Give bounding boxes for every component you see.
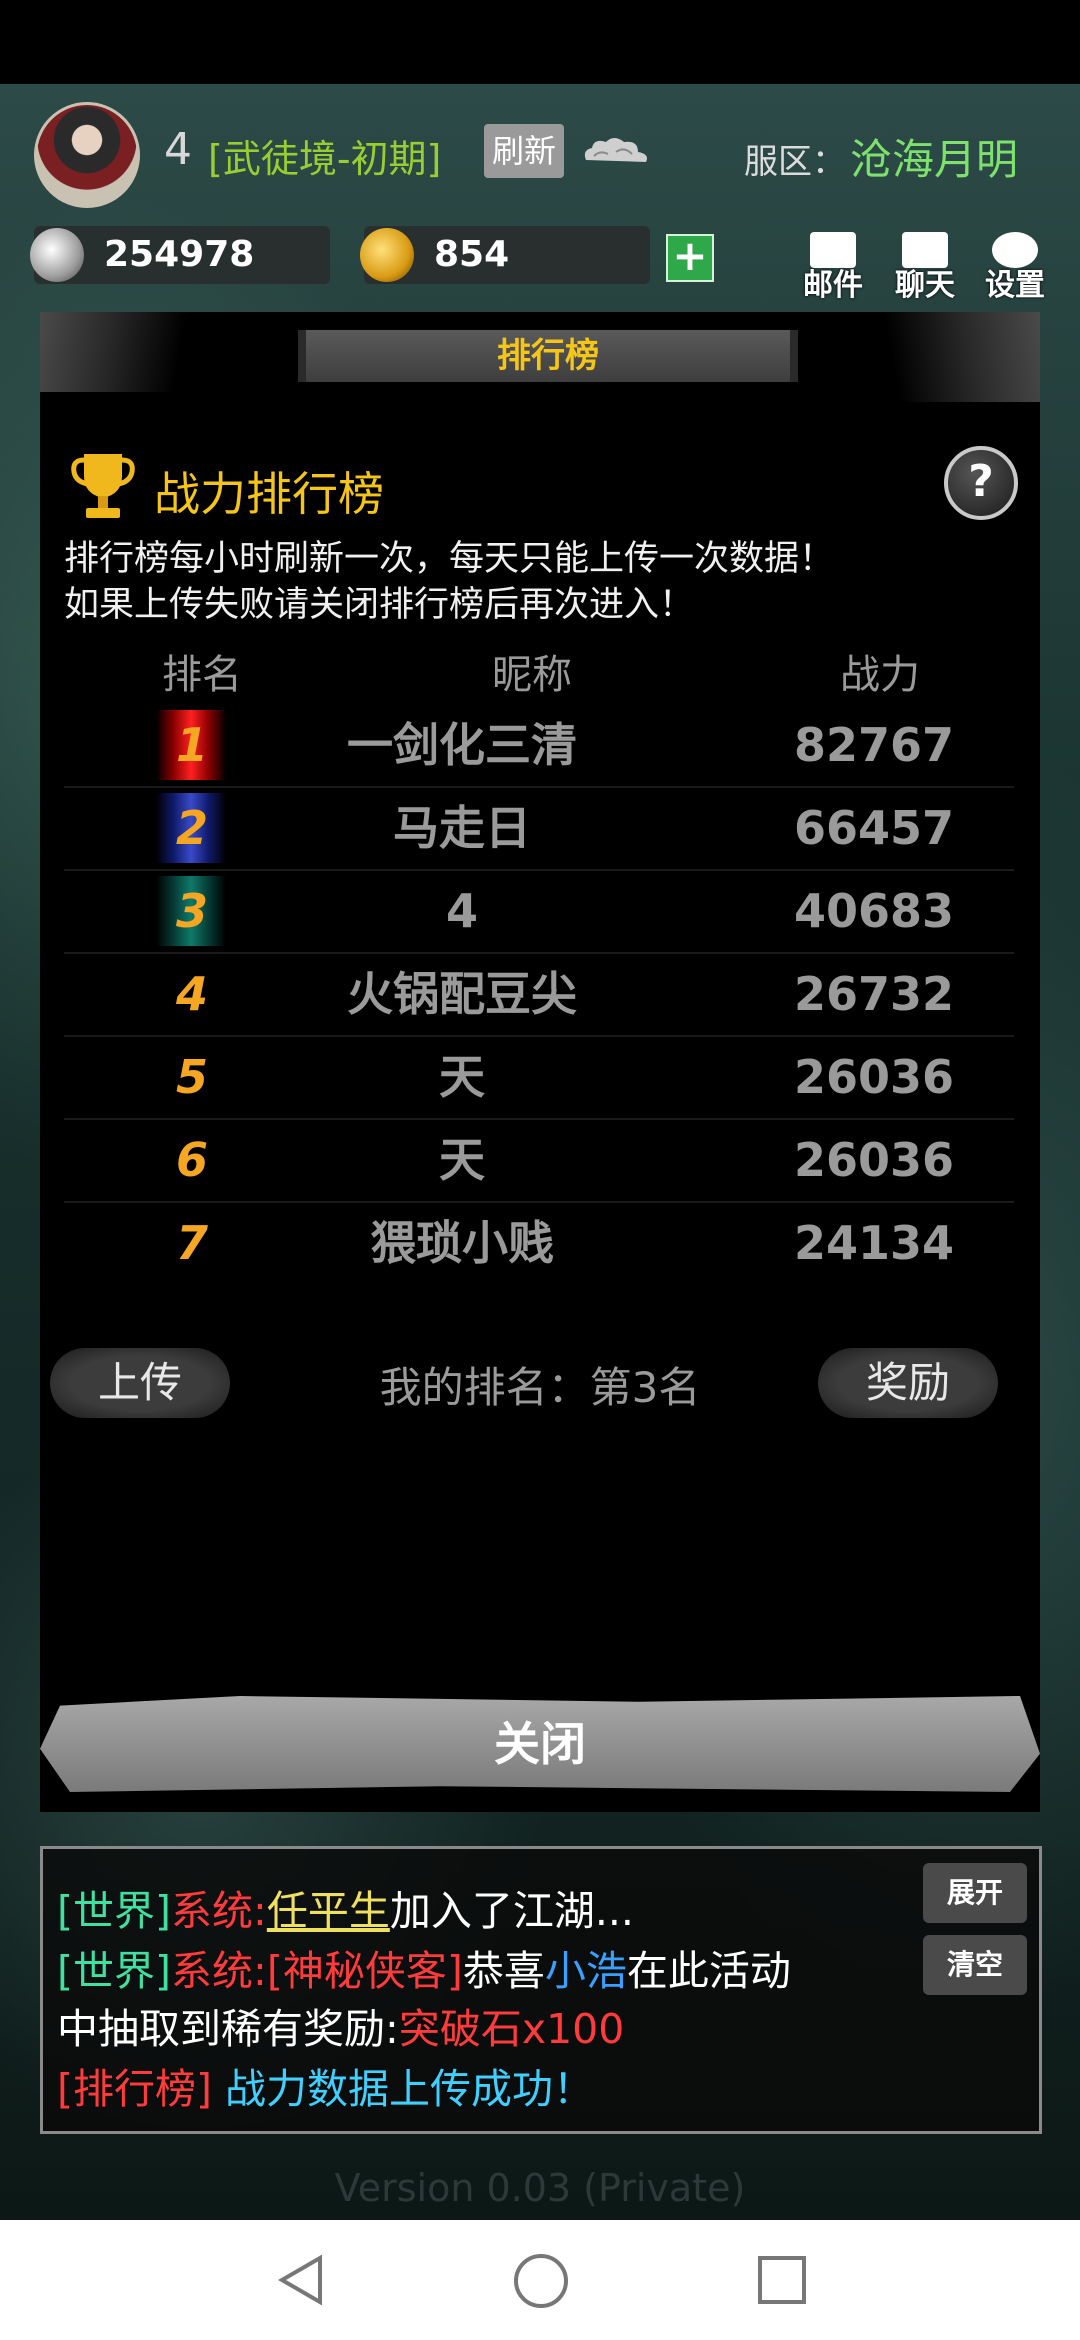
ink-brush-decoration bbox=[40, 312, 210, 392]
chat-item: 突破石x100 bbox=[398, 2005, 625, 2053]
notice-line-1: 排行榜每小时刷新一次，每天只能上传一次数据！ bbox=[64, 539, 835, 579]
upload-button[interactable]: 上传 bbox=[50, 1348, 230, 1418]
column-header-power: 战力 bbox=[840, 652, 920, 698]
player-name: 马走日 bbox=[393, 801, 531, 855]
cloud-icon bbox=[584, 138, 647, 162]
player-name: 火锅配豆尖 bbox=[347, 967, 577, 1021]
chat-box[interactable]: [世界]系统:任平生加入了江湖... [世界]系统:[神秘侠客]恭喜小浩在此活动… bbox=[40, 1846, 1042, 2134]
chat-label: 聊天 bbox=[895, 268, 955, 303]
player-name: 4 bbox=[445, 884, 478, 938]
chat-text: 中抽取到稀有奖励: bbox=[57, 2005, 399, 2053]
player-level: 4 bbox=[164, 124, 192, 175]
server-name: 沧海月明 bbox=[850, 135, 1019, 184]
add-currency-button[interactable]: + bbox=[666, 234, 714, 282]
chat-text: 战力数据上传成功！ bbox=[212, 2065, 595, 2113]
table-row[interactable]: 4 火锅配豆尖 26732 bbox=[64, 953, 1014, 1037]
chat-message: 中抽取到稀有奖励:突破石x100 bbox=[57, 1995, 624, 2055]
settings-label: 设置 bbox=[985, 268, 1045, 303]
player-name: 一剑化三清 bbox=[347, 718, 577, 772]
chat-name: [神秘侠客] bbox=[266, 1947, 463, 1995]
ranking-subtitle: 战力排行榜 bbox=[154, 467, 384, 521]
power-value: 66457 bbox=[793, 801, 955, 855]
leaderboard-panel: 排行榜 战力排行榜 ? 排行榜每小时刷新一次，每天只能上传一次数据！ 如果上传失… bbox=[40, 312, 1040, 1812]
column-header-rank: 排名 bbox=[162, 652, 242, 698]
chat-message: [世界]系统:任平生加入了江湖... bbox=[57, 1877, 634, 1937]
chat-message: [排行榜] 战力数据上传成功！ bbox=[57, 2055, 594, 2115]
panel-title-bar: 排行榜 bbox=[298, 330, 798, 382]
chat-player-link[interactable]: 任平生 bbox=[267, 1887, 390, 1935]
rank-number: 5 bbox=[175, 1050, 208, 1104]
silver-currency: 254978 bbox=[30, 226, 330, 284]
power-value: 26036 bbox=[793, 1133, 955, 1187]
player-name: 天 bbox=[439, 1133, 485, 1187]
help-icon[interactable]: ? bbox=[944, 446, 1018, 520]
chat-player: 小浩 bbox=[544, 1947, 627, 1995]
table-row[interactable]: 6 天 26036 bbox=[64, 1119, 1014, 1203]
trophy-icon bbox=[71, 454, 135, 518]
my-rank-text: 我的排名：第3名 bbox=[379, 1363, 701, 1412]
player-name: 猥琐小贱 bbox=[370, 1216, 554, 1270]
silver-amount: 254978 bbox=[104, 234, 255, 275]
rank-number: 4 bbox=[175, 967, 208, 1021]
chat-channel: [排行榜] bbox=[57, 2065, 212, 2113]
top-hud: 4 [武徒境-初期] 刷新 服区： 沧海月明 254978 854 + 邮件 聊… bbox=[0, 84, 1080, 304]
mail-label: 邮件 bbox=[803, 268, 863, 303]
ink-brush-decoration bbox=[860, 312, 1040, 402]
status-bar bbox=[0, 0, 1080, 84]
chat-button[interactable]: 聊天 bbox=[890, 232, 960, 303]
rank-number: 7 bbox=[175, 1216, 208, 1270]
silver-coin-icon bbox=[30, 228, 84, 282]
chat-channel: [世界] bbox=[57, 1887, 171, 1935]
player-name: 天 bbox=[439, 1050, 485, 1104]
rank-number: 6 bbox=[175, 1133, 208, 1187]
gold-ingot-icon bbox=[360, 228, 414, 282]
chat-sender: 系统: bbox=[171, 1887, 267, 1935]
version-text: Version 0.03 (Private) bbox=[334, 2166, 746, 2210]
gold-amount: 854 bbox=[434, 234, 510, 275]
power-value: 24134 bbox=[793, 1216, 955, 1270]
panel-title: 排行榜 bbox=[497, 336, 599, 376]
back-icon[interactable] bbox=[276, 2254, 326, 2306]
recent-apps-icon[interactable] bbox=[758, 2256, 806, 2304]
table-row[interactable]: 3 4 40683 bbox=[64, 870, 1014, 954]
gold-currency: 854 bbox=[360, 226, 650, 284]
chat-sender: 系统: bbox=[171, 1947, 267, 1995]
settings-button[interactable]: 设置 bbox=[980, 232, 1050, 303]
mail-button[interactable]: 邮件 bbox=[798, 232, 868, 303]
chat-text: 在此活动 bbox=[626, 1947, 791, 1995]
notice-line-2: 如果上传失败请关闭排行榜后再次进入！ bbox=[64, 585, 695, 625]
reward-button[interactable]: 奖励 bbox=[818, 1348, 998, 1418]
table-row[interactable]: 2 马走日 66457 bbox=[64, 787, 1014, 871]
rank-number: 3 bbox=[175, 884, 208, 938]
column-header-name: 昵称 bbox=[492, 652, 572, 698]
table-row[interactable]: 7 猥琐小贱 24134 bbox=[64, 1202, 1014, 1284]
chat-channel: [世界] bbox=[57, 1947, 171, 1995]
power-value: 40683 bbox=[793, 884, 955, 938]
rank-number: 2 bbox=[175, 801, 208, 855]
table-row[interactable]: 5 天 26036 bbox=[64, 1036, 1014, 1120]
close-button[interactable]: 关闭 bbox=[40, 1696, 1040, 1792]
player-avatar[interactable] bbox=[34, 102, 140, 208]
expand-chat-button[interactable]: 展开 bbox=[923, 1863, 1027, 1923]
refresh-button[interactable]: 刷新 bbox=[484, 124, 564, 178]
power-value: 26036 bbox=[793, 1050, 955, 1104]
clear-chat-button[interactable]: 清空 bbox=[923, 1935, 1027, 1995]
player-realm: [武徒境-初期] bbox=[208, 137, 442, 181]
table-row[interactable]: 1 一剑化三清 82767 bbox=[64, 704, 1014, 788]
system-nav-bar bbox=[0, 2220, 1080, 2340]
chat-text: 加入了江湖... bbox=[389, 1887, 634, 1935]
power-value: 26732 bbox=[793, 967, 955, 1021]
server-label: 服区： bbox=[744, 142, 846, 182]
chat-message: [世界]系统:[神秘侠客]恭喜小浩在此活动 bbox=[57, 1937, 791, 1997]
rank-number: 1 bbox=[175, 718, 208, 772]
chat-text: 恭喜 bbox=[462, 1947, 545, 1995]
power-value: 82767 bbox=[793, 718, 955, 772]
home-icon[interactable] bbox=[514, 2254, 568, 2308]
